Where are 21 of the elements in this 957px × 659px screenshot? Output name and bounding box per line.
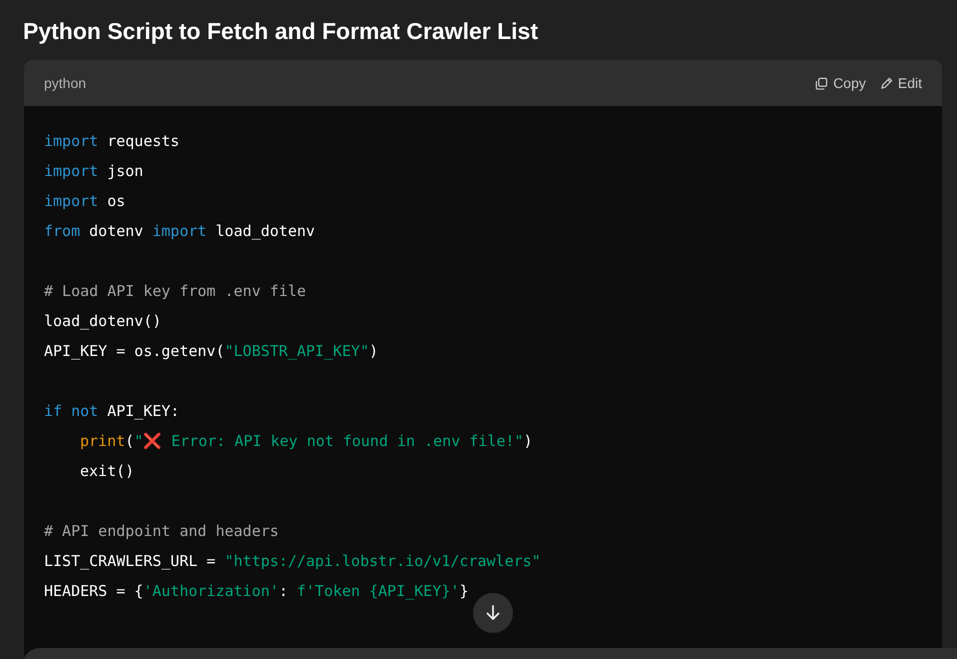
code-line: import os	[44, 192, 126, 210]
copy-button[interactable]: Copy	[815, 75, 866, 91]
code-line: # Load API key from .env file	[44, 282, 306, 300]
code-line: exit()	[80, 462, 134, 480]
code-line: HEADERS = {'Authorization': f'Token {API_KEY}'}	[44, 582, 468, 600]
heading: Python Script to Fetch and Format Crawler List	[23, 17, 540, 46]
code-line: # API endpoint and headers	[44, 522, 279, 540]
language-label: python	[44, 75, 86, 91]
code-line: import json	[44, 162, 144, 180]
copy-icon	[815, 76, 828, 90]
pencil-icon	[880, 76, 893, 90]
code-line: print("❌ Error: API key not found in .env file!")	[80, 432, 532, 450]
code-line: from dotenv import load_dotenv	[44, 222, 315, 240]
edit-button[interactable]: Edit	[880, 75, 922, 91]
code-line: load_dotenv()	[44, 312, 162, 330]
arrow-down-icon	[484, 604, 502, 622]
code-line: API_KEY = os.getenv("LOBSTR_API_KEY")	[44, 342, 378, 360]
code-line: import requests	[44, 132, 180, 150]
code-line: if not API_KEY:	[44, 402, 180, 420]
code-line: LIST_CRAWLERS_URL = "https://api.lobstr.io/v1/crawlers"	[44, 552, 541, 570]
scroll-down-button[interactable]	[473, 593, 513, 633]
